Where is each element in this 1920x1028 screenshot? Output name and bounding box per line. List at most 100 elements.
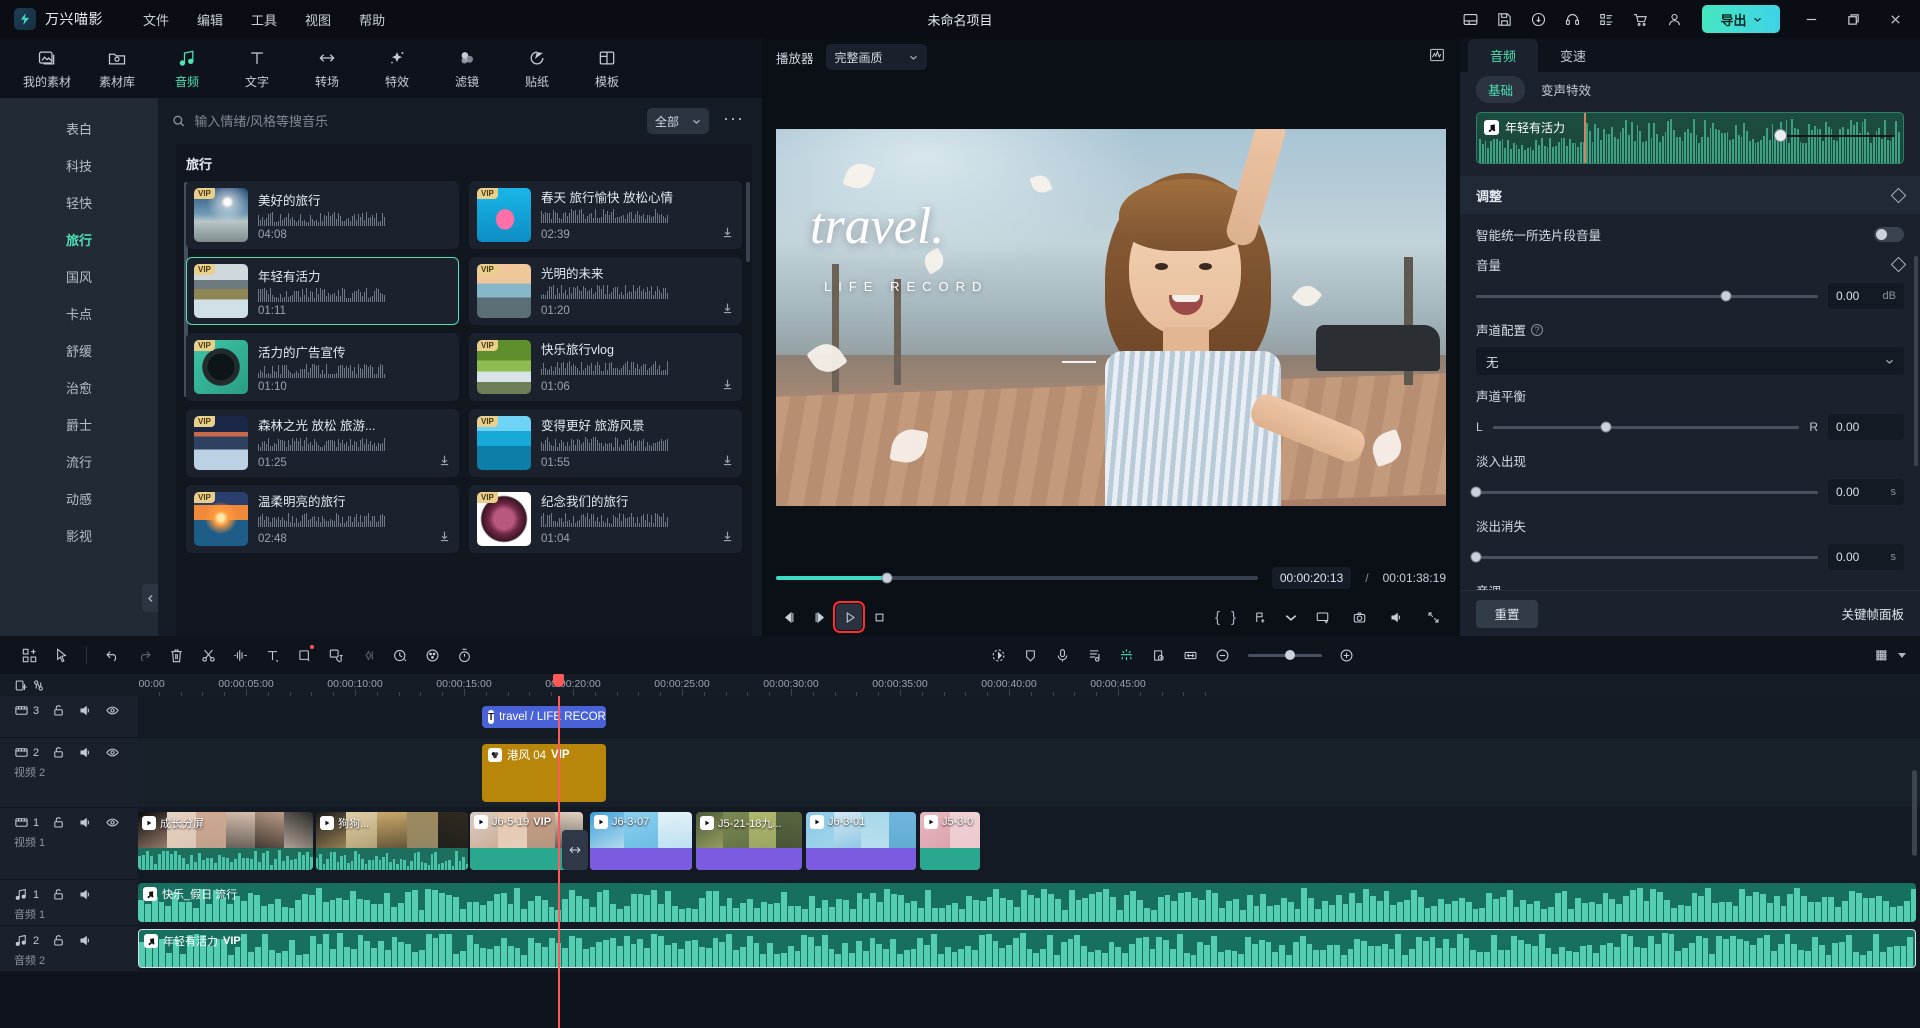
save-icon[interactable] [1488, 4, 1520, 34]
sticker-clip[interactable]: 港风 04 VIP [482, 744, 606, 802]
grid-icon[interactable] [14, 642, 44, 668]
menu-edit[interactable]: 编辑 [183, 4, 237, 35]
audio-clip-2[interactable]: 年轻有活力 VIP [138, 929, 1916, 968]
fade-out-slider[interactable] [1470, 551, 1818, 563]
search-input[interactable] [194, 113, 638, 129]
headset-icon[interactable] [1556, 4, 1588, 34]
split-icon[interactable] [193, 642, 223, 668]
menu-help[interactable]: 帮助 [345, 4, 399, 35]
lock-icon[interactable] [51, 887, 66, 902]
duration-icon[interactable] [449, 642, 479, 668]
beat-marker-icon[interactable] [1080, 642, 1110, 668]
keyframe-icon[interactable] [353, 642, 383, 668]
music-list[interactable]: 旅行 VIP 美好的旅行 04:08 VIP 春天 旅行愉快 放松心情 02:39 VIP 年… [176, 144, 752, 636]
reset-button[interactable]: 重置 [1476, 599, 1538, 628]
undo-icon[interactable] [97, 642, 127, 668]
video-clip[interactable]: J5-3-0 [920, 812, 980, 870]
channel-balance-slider[interactable] [1492, 421, 1800, 433]
filter-select[interactable]: 全部 [647, 108, 710, 134]
voiceover-icon[interactable] [1048, 642, 1078, 668]
account-icon[interactable] [1658, 4, 1690, 34]
keyframe-panel-button[interactable]: 关键帧面板 [1841, 600, 1904, 628]
snapshot-group-icon[interactable] [1247, 604, 1273, 630]
category-yingshi[interactable]: 影视 [0, 517, 158, 554]
track-body[interactable]: 快乐_假日 流行 [138, 880, 1920, 925]
lock-icon[interactable] [51, 745, 66, 760]
chevron-down-icon[interactable] [1753, 15, 1762, 24]
scope-button[interactable] [1428, 46, 1446, 69]
tab-my-media[interactable]: 我的素材 [14, 43, 80, 94]
auto-level-toggle[interactable] [1874, 227, 1904, 242]
download-icon[interactable] [438, 454, 451, 472]
category-shuhuan[interactable]: 舒缓 [0, 332, 158, 369]
eye-icon[interactable] [105, 815, 120, 830]
quality-select[interactable]: 完整画质 [825, 44, 927, 70]
track-body[interactable]: 成长分屏 狗狗... J6-5-19 VIP J6-3-07 J5-21-18九... J6… [138, 808, 1920, 879]
cart-icon[interactable] [1624, 4, 1656, 34]
delete-icon[interactable] [161, 642, 191, 668]
category-kadian[interactable]: 卡点 [0, 295, 158, 332]
eye-icon[interactable] [105, 703, 120, 718]
mute-icon[interactable] [78, 703, 93, 718]
transition-badge[interactable] [562, 830, 588, 870]
category-guofeng[interactable]: 国风 [0, 258, 158, 295]
crop-icon[interactable] [289, 642, 319, 668]
mark-out-icon[interactable]: } [1231, 609, 1236, 626]
prev-frame-icon[interactable] [776, 604, 802, 630]
download-icon[interactable] [721, 226, 734, 244]
tab-filter[interactable]: 滤镜 [434, 43, 500, 94]
close-icon[interactable] [1874, 0, 1916, 38]
text-icon[interactable] [257, 642, 287, 668]
music-item[interactable]: VIP 纪念我们的旅行 01:04 [469, 485, 742, 553]
eye-icon[interactable] [105, 745, 120, 760]
download-icon[interactable] [721, 454, 734, 472]
playhead-handle[interactable] [553, 674, 564, 687]
seek-knob[interactable] [881, 572, 893, 584]
mute-icon[interactable] [78, 887, 93, 902]
timeline-playhead[interactable] [558, 696, 560, 1028]
camera-icon[interactable] [1346, 604, 1372, 630]
tab-speed-props[interactable]: 变速 [1538, 39, 1608, 72]
speech-to-text-icon[interactable] [321, 642, 351, 668]
menu-view[interactable]: 视图 [291, 4, 345, 35]
layout-icon[interactable] [1454, 4, 1486, 34]
video-clip[interactable]: J6-3-01 [806, 812, 916, 870]
play-icon[interactable] [833, 601, 865, 633]
properties-scrollbar[interactable] [1914, 256, 1918, 466]
keyframe-diamond-icon[interactable] [1890, 256, 1907, 273]
music-item[interactable]: VIP 春天 旅行愉快 放松心情 02:39 [469, 181, 742, 249]
chip-voice-effects[interactable]: 变声特效 [1529, 76, 1603, 103]
music-item[interactable]: VIP 森林之光 放松 旅游... 01:25 [186, 409, 459, 477]
tab-effects[interactable]: 特效 [364, 43, 430, 94]
clip-waveform-track[interactable] [1783, 135, 1895, 137]
next-frame-icon[interactable] [806, 604, 832, 630]
timeline-zoom-slider[interactable] [1247, 650, 1322, 660]
lock-icon[interactable] [51, 933, 66, 948]
auto-highlight-icon[interactable] [1112, 642, 1142, 668]
fullscreen-icon[interactable] [1420, 604, 1446, 630]
category-biaobai[interactable]: 表白 [0, 110, 158, 147]
zoom-in-icon[interactable] [1332, 642, 1362, 668]
download-icon[interactable] [438, 530, 451, 548]
category-jueshi[interactable]: 爵士 [0, 406, 158, 443]
caret-down-icon[interactable] [1284, 604, 1298, 630]
mute-icon[interactable] [78, 745, 93, 760]
zoom-out-icon[interactable] [1208, 642, 1238, 668]
music-item[interactable]: VIP 光明的未来 01:20 [469, 257, 742, 325]
channel-balance-value-box[interactable]: 0.00 [1828, 414, 1904, 440]
music-list-scrollbar-right[interactable] [746, 182, 750, 262]
mute-icon[interactable] [78, 815, 93, 830]
music-item[interactable]: VIP 温柔明亮的旅行 02:48 [186, 485, 459, 553]
seek-bar[interactable] [776, 572, 1258, 584]
track-body[interactable]: 港风 04 VIP [138, 738, 1920, 807]
tab-audio[interactable]: 音频 [154, 43, 220, 94]
motion-tracking-icon[interactable] [984, 642, 1014, 668]
text-clip[interactable]: T travel / LIFE RECORD [482, 706, 606, 728]
audio-detach-icon[interactable] [225, 642, 255, 668]
volume-icon[interactable] [1383, 604, 1409, 630]
keyframe-diamond-icon[interactable] [1890, 187, 1907, 203]
music-item[interactable]: VIP 快乐旅行vlog 01:06 [469, 333, 742, 401]
link-icon[interactable] [31, 678, 46, 693]
snapshot-icon[interactable] [1144, 642, 1174, 668]
track-body[interactable]: 年轻有活力 VIP [138, 926, 1920, 971]
